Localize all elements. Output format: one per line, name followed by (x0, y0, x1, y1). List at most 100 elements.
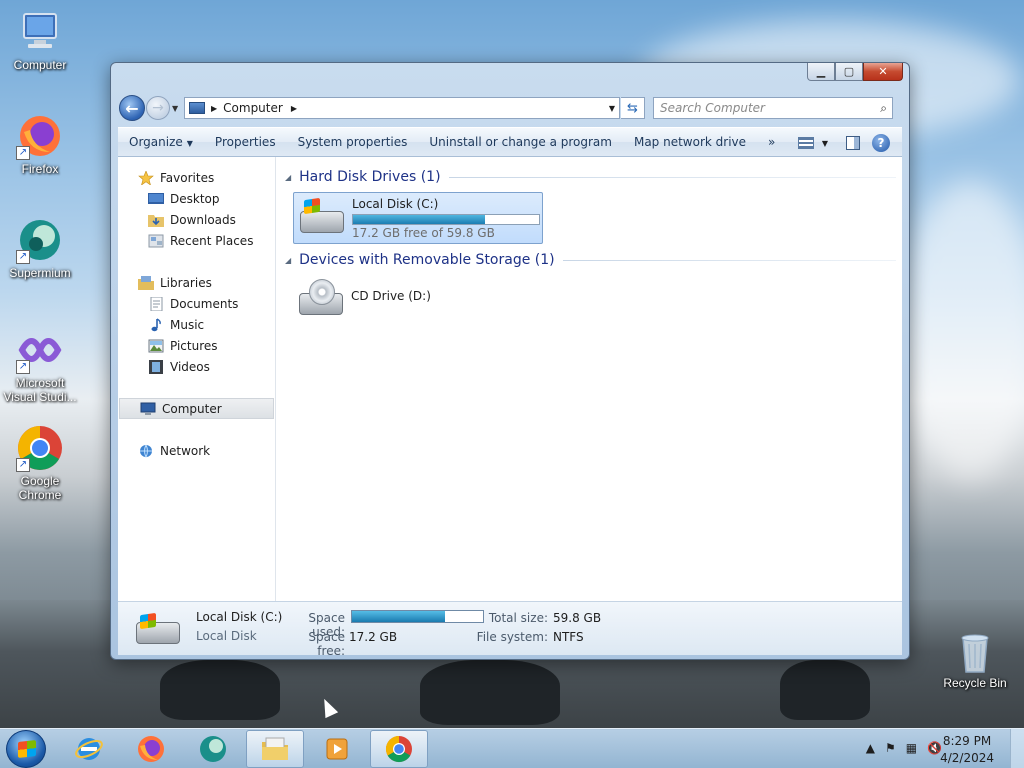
nav-favorites[interactable]: Favorites (118, 167, 275, 188)
map-network-drive-button[interactable]: Map network drive (623, 127, 757, 157)
recycle-bin-icon (955, 632, 995, 674)
refresh-button[interactable]: ⇆ (621, 97, 645, 119)
desktop-icon-supermium[interactable]: ↗ Supermium (0, 216, 80, 280)
navigation-row: ← → ▼ ▶ Computer ▶ ▼ ⇆ ⌕ (119, 95, 901, 121)
taskbar-google-chrome[interactable] (370, 730, 428, 768)
desktop-icon-label: Microsoft Visual Studi... (3, 376, 77, 404)
desktop-icon-computer[interactable]: Computer (0, 8, 80, 72)
help-icon[interactable]: ? (872, 134, 890, 152)
action-center-flag-icon[interactable]: ⚑ (885, 741, 896, 755)
taskbar-windows-explorer[interactable] (246, 730, 304, 768)
desktop-icon-label: Google Chrome (18, 474, 62, 502)
show-hidden-icons-icon[interactable]: ▲ (866, 741, 875, 755)
uninstall-program-button[interactable]: Uninstall or change a program (418, 127, 623, 157)
details-usage-fill (352, 611, 446, 622)
maximize-button[interactable]: ▢ (835, 63, 863, 81)
details-drive-type: Local Disk (196, 629, 257, 643)
nav-music[interactable]: Music (118, 314, 275, 335)
nav-videos[interactable]: Videos (118, 356, 275, 377)
drive-tile-cd[interactable]: CD Drive (D:) (293, 275, 543, 327)
desktop-icon-label: Computer (13, 58, 67, 72)
clock-date: 4/2/2024 (940, 751, 994, 765)
close-button[interactable]: ✕ (863, 63, 903, 81)
search-input[interactable] (660, 101, 860, 115)
system-properties-button[interactable]: System properties (287, 127, 419, 157)
minimize-button[interactable]: ▁ (807, 63, 835, 81)
network-status-icon[interactable]: ▦ (906, 741, 917, 755)
cd-drive-icon (297, 279, 345, 319)
address-bar[interactable]: ▶ Computer ▶ ▼ (184, 97, 620, 119)
recent-pages-dropdown[interactable]: ▼ (172, 104, 182, 113)
recent-places-icon (148, 234, 164, 248)
view-controls: ▼ ? (794, 128, 894, 158)
taskbar-clock[interactable]: 8:29 PM 4/2/2024 (940, 733, 994, 767)
drive-tile-local-disk[interactable]: Local Disk (C:) 17.2 GB free of 59.8 GB (293, 192, 543, 244)
nav-label: Videos (170, 359, 210, 374)
taskbar-internet-explorer[interactable] (60, 730, 118, 768)
navigation-pane: Favorites Desktop Downloads Recent Place… (118, 157, 276, 601)
breadcrumb-computer[interactable]: Computer (223, 101, 283, 115)
desktop-icon-firefox[interactable]: ↗ Firefox (0, 112, 80, 176)
wallpaper-rock (420, 660, 560, 725)
search-icon[interactable]: ⌕ (880, 101, 887, 116)
desktop-icon-recycle-bin[interactable]: Recycle Bin (935, 632, 1015, 690)
nav-pictures[interactable]: Pictures (118, 335, 275, 356)
details-file-system: NTFS (553, 630, 584, 644)
change-view-icon[interactable] (797, 137, 814, 149)
nav-libraries[interactable]: Libraries (118, 272, 275, 293)
nav-documents[interactable]: Documents (118, 293, 275, 314)
network-globe-icon (138, 444, 154, 458)
nav-label: Computer (162, 401, 222, 416)
start-button[interactable] (6, 730, 46, 768)
nav-label: Pictures (170, 338, 218, 353)
collapse-triangle-icon[interactable]: ◢ (285, 256, 291, 265)
details-space-free-label: Space free: (308, 630, 345, 658)
taskbar-supermium[interactable] (184, 730, 242, 768)
group-title: Hard Disk Drives (1) (299, 169, 441, 185)
nav-label: Music (170, 317, 205, 332)
desktop-icon-label: Supermium (9, 266, 71, 280)
breadcrumb-chevron-icon[interactable]: ▶ (211, 104, 217, 113)
properties-button[interactable]: Properties (204, 127, 287, 157)
folder-icon (262, 737, 288, 760)
group-header-removable[interactable]: ◢ Devices with Removable Storage (1) (285, 250, 896, 270)
nav-recent-places[interactable]: Recent Places (118, 230, 275, 251)
desktop-icon-google-chrome[interactable]: ↗ Google Chrome (0, 424, 80, 502)
organize-button[interactable]: Organize ▼ (118, 127, 204, 157)
nav-network[interactable]: Network (118, 440, 275, 461)
chevron-down-icon[interactable]: ▼ (822, 139, 828, 148)
preview-pane-icon[interactable] (846, 136, 860, 150)
explorer-window[interactable]: ▁ ▢ ✕ ← → ▼ ▶ Computer ▶ ▼ ⇆ ⌕ Organize▼… (110, 62, 910, 660)
drive-free-space: 17.2 GB free of 59.8 GB (352, 226, 495, 240)
documents-icon (148, 296, 164, 311)
forward-button[interactable]: → (146, 96, 170, 120)
nav-downloads[interactable]: Downloads (118, 209, 275, 230)
nav-computer[interactable]: Computer (119, 398, 274, 419)
taskbar-media-player[interactable] (308, 730, 366, 768)
nav-desktop[interactable]: Desktop (118, 188, 275, 209)
desktop-icon-visual-studio[interactable]: ↗ Microsoft Visual Studi... (0, 326, 80, 404)
breadcrumb-chevron-icon[interactable]: ▶ (291, 104, 297, 113)
system-tray: ▲ ⚑ ▦ 🔇 (866, 741, 942, 755)
back-button[interactable]: ← (119, 95, 145, 121)
downloads-folder-icon (148, 213, 164, 227)
more-commands-button[interactable]: » (757, 127, 786, 157)
collapse-triangle-icon[interactable]: ◢ (285, 173, 291, 182)
search-box[interactable]: ⌕ (653, 97, 893, 119)
taskbar-firefox[interactable] (122, 730, 180, 768)
nav-label: Libraries (160, 275, 212, 290)
desktop-icon-label: Recycle Bin (943, 676, 1007, 690)
shortcut-arrow-icon: ↗ (16, 458, 30, 472)
nav-label: Desktop (170, 191, 220, 206)
drive-name: CD Drive (D:) (351, 289, 431, 303)
show-desktop-button[interactable] (1010, 729, 1024, 768)
group-header-hard-disk[interactable]: ◢ Hard Disk Drives (1) (285, 167, 896, 187)
drive-usage-bar (352, 214, 540, 225)
address-history-dropdown-icon[interactable]: ▼ (609, 104, 615, 113)
supermium-icon (200, 736, 226, 762)
supermium-icon: ↗ (16, 216, 64, 264)
nav-label: Favorites (160, 170, 215, 185)
organize-label: Organize (129, 135, 183, 149)
libraries-icon (138, 275, 154, 290)
group-title: Devices with Removable Storage (1) (299, 252, 555, 268)
